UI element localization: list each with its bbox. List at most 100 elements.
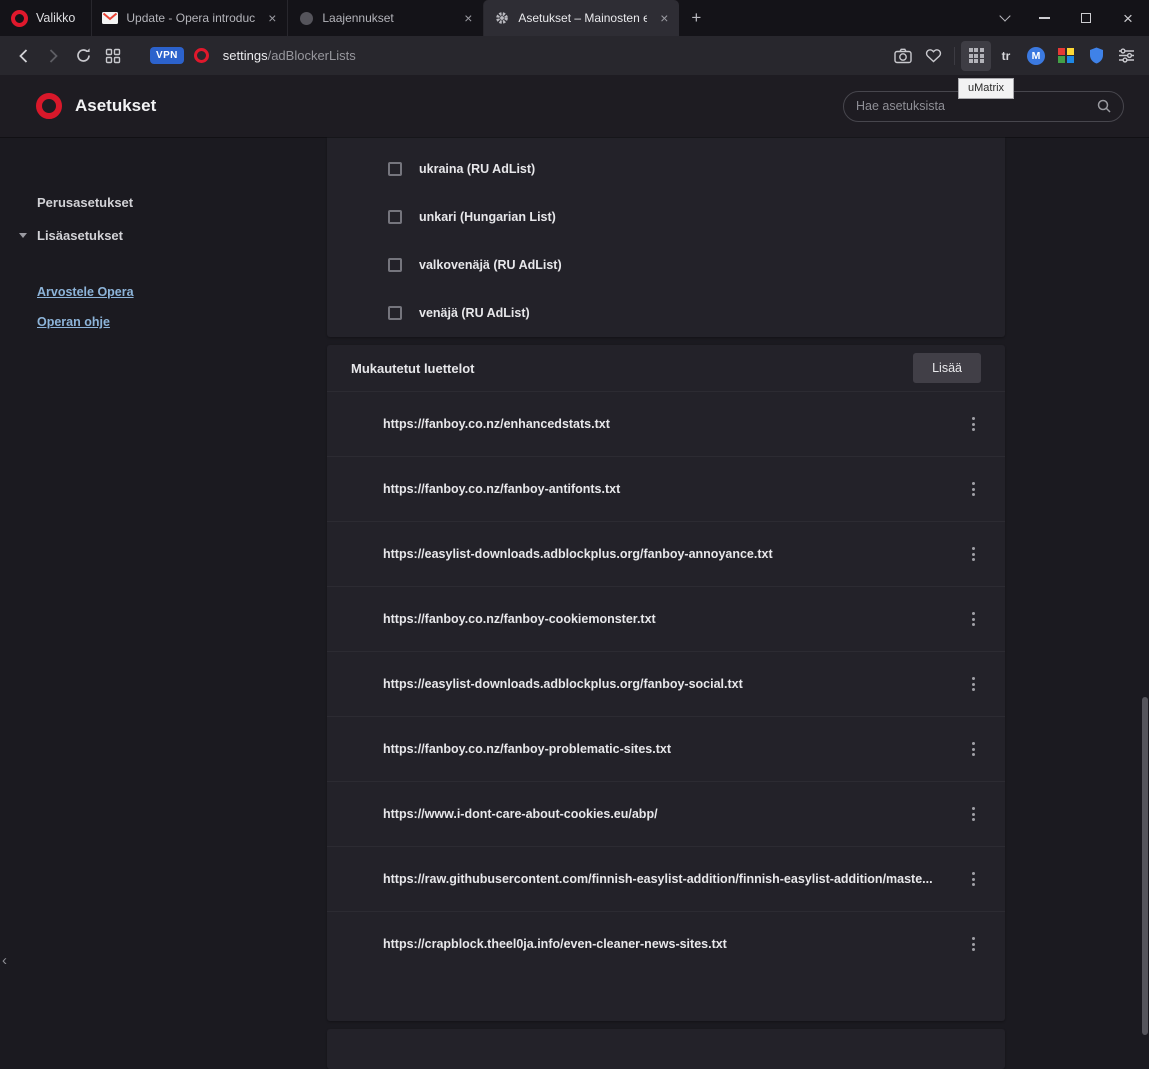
settings-content: ukraina (RU AdList) unkari (Hungarian Li… xyxy=(243,137,1149,1035)
custom-list-row: https://fanboy.co.nz/fanboy-cookiemonste… xyxy=(327,586,1005,651)
url-primary: settings xyxy=(223,48,268,63)
tab-search-icon[interactable] xyxy=(987,0,1023,36)
filter-list-label: venäjä (RU AdList) xyxy=(419,306,530,320)
url-secondary: /adBlockerLists xyxy=(268,48,356,63)
tab-extensions[interactable]: Laajennukset × xyxy=(287,0,483,36)
kebab-menu-icon[interactable] xyxy=(964,866,983,892)
umatrix-tooltip: uMatrix xyxy=(958,78,1014,99)
opera-logo-icon xyxy=(11,10,28,27)
custom-lists-rows: https://fanboy.co.nz/enhancedstats.txt h… xyxy=(327,391,1005,976)
toolbar-divider xyxy=(954,47,955,65)
custom-list-row: https://fanboy.co.nz/fanboy-problematic-… xyxy=(327,716,1005,781)
filter-list-label: valkovenäjä (RU AdList) xyxy=(419,258,562,272)
filter-list-row: unkari (Hungarian List) xyxy=(327,193,1005,241)
tabbar-spacer xyxy=(713,0,987,36)
custom-list-url: https://fanboy.co.nz/enhancedstats.txt xyxy=(383,417,964,431)
chevron-down-icon xyxy=(19,233,27,238)
gmail-icon xyxy=(102,10,118,26)
custom-list-url: https://fanboy.co.nz/fanboy-antifonts.tx… xyxy=(383,482,964,496)
checkbox[interactable] xyxy=(388,162,402,176)
custom-lists-card: Mukautetut luettelot Lisää https://fanbo… xyxy=(327,345,1005,1021)
tab-bar: Valikko Update - Opera introduces × Laaj… xyxy=(0,0,1149,36)
translator-icon: tr xyxy=(1002,49,1011,63)
tab-close-icon[interactable]: × xyxy=(459,11,477,25)
colored-grid-icon xyxy=(1058,48,1074,64)
reload-button[interactable] xyxy=(68,41,98,71)
rate-opera-link[interactable]: Arvostele Opera xyxy=(0,277,243,307)
kebab-menu-icon[interactable] xyxy=(964,541,983,567)
sidebar-item-label: Lisäasetukset xyxy=(37,228,123,243)
tab-title: Asetukset – Mainosten esto xyxy=(518,11,647,25)
tab-close-icon[interactable]: × xyxy=(655,11,673,25)
scrollbar-thumb[interactable] xyxy=(1142,697,1148,1035)
close-button[interactable]: × xyxy=(1107,0,1149,36)
custom-list-url: https://raw.githubusercontent.com/finnis… xyxy=(383,872,964,886)
mail-icon: M xyxy=(1027,47,1045,65)
maximize-button[interactable] xyxy=(1065,0,1107,36)
kebab-menu-icon[interactable] xyxy=(964,476,983,502)
vpn-badge[interactable]: VPN xyxy=(150,47,184,64)
custom-list-url: https://fanboy.co.nz/fanboy-problematic-… xyxy=(383,742,964,756)
extension-favicon-icon xyxy=(298,10,314,26)
kebab-menu-icon[interactable] xyxy=(964,411,983,437)
sidebar-item-advanced[interactable]: Lisäasetukset xyxy=(0,219,243,252)
menu-label: Valikko xyxy=(36,11,75,25)
custom-lists-title: Mukautetut luettelot xyxy=(351,361,475,376)
checkbox[interactable] xyxy=(388,306,402,320)
speed-dial-button[interactable] xyxy=(98,41,128,71)
settings-page: Perusasetukset Lisäasetukset Arvostele O… xyxy=(0,137,1149,1035)
checkbox[interactable] xyxy=(388,258,402,272)
filter-list-label: ukraina (RU AdList) xyxy=(419,162,535,176)
url-text[interactable]: settings/adBlockerLists xyxy=(223,48,356,63)
kebab-menu-icon[interactable] xyxy=(964,736,983,762)
kebab-menu-icon[interactable] xyxy=(964,671,983,697)
custom-lists-header: Mukautetut luettelot Lisää xyxy=(327,345,1005,391)
tab-title: Laajennukset xyxy=(322,11,451,25)
kebab-menu-icon[interactable] xyxy=(964,801,983,827)
filter-list-row: ukraina (RU AdList) xyxy=(327,145,1005,193)
custom-list-url: https://www.i-dont-care-about-cookies.eu… xyxy=(383,807,964,821)
menu-button[interactable]: Valikko xyxy=(0,0,91,36)
tab-update[interactable]: Update - Opera introduces × xyxy=(91,0,287,36)
custom-list-row: https://www.i-dont-care-about-cookies.eu… xyxy=(327,781,1005,846)
opera-page-icon[interactable] xyxy=(194,48,209,63)
tab-close-icon[interactable]: × xyxy=(263,11,281,25)
umatrix-extension-button[interactable] xyxy=(961,41,991,71)
search-input[interactable] xyxy=(856,99,1097,113)
custom-list-row: https://crapblock.theel0ja.info/even-cle… xyxy=(327,911,1005,976)
tune-icon xyxy=(1118,48,1135,63)
custom-list-url: https://fanboy.co.nz/fanboy-cookiemonste… xyxy=(383,612,964,626)
new-tab-button[interactable]: + xyxy=(679,0,713,36)
chrome-extensions-button[interactable] xyxy=(1051,41,1081,71)
minimize-button[interactable] xyxy=(1023,0,1065,36)
sidebar-links: Arvostele Opera Operan ohje xyxy=(0,277,243,337)
settings-sidebar: Perusasetukset Lisäasetukset Arvostele O… xyxy=(0,137,243,1035)
kebab-menu-icon[interactable] xyxy=(964,931,983,957)
forward-button[interactable] xyxy=(38,41,68,71)
opera-help-link[interactable]: Operan ohje xyxy=(0,307,243,337)
umatrix-icon xyxy=(969,48,984,63)
kebab-menu-icon[interactable] xyxy=(964,606,983,632)
custom-list-row: https://fanboy.co.nz/fanboy-antifonts.tx… xyxy=(327,456,1005,521)
gear-icon xyxy=(494,10,510,26)
custom-list-row: https://easylist-downloads.adblockplus.o… xyxy=(327,521,1005,586)
mail-extension-button[interactable]: M xyxy=(1021,41,1051,71)
sidebar-item-basic[interactable]: Perusasetukset xyxy=(0,186,243,219)
tab-title: Update - Opera introduces xyxy=(126,11,255,25)
bookmark-heart-icon[interactable] xyxy=(918,41,948,71)
tab-settings[interactable]: Asetukset – Mainosten esto × xyxy=(483,0,679,36)
custom-list-row: https://fanboy.co.nz/enhancedstats.txt xyxy=(327,391,1005,456)
page-title: Asetukset xyxy=(75,96,156,116)
easy-setup-button[interactable] xyxy=(1111,41,1141,71)
snapshot-camera-icon[interactable] xyxy=(888,41,918,71)
custom-list-url: https://easylist-downloads.adblockplus.o… xyxy=(383,677,964,691)
translator-extension-button[interactable]: tr xyxy=(991,41,1021,71)
adguard-extension-button[interactable] xyxy=(1081,41,1111,71)
checkbox[interactable] xyxy=(388,210,402,224)
custom-list-url: https://crapblock.theel0ja.info/even-cle… xyxy=(383,937,964,951)
address-toolbar: VPN settings/adBlockerLists tr M uMatrix xyxy=(0,36,1149,75)
add-list-button[interactable]: Lisää xyxy=(913,353,981,383)
back-button[interactable] xyxy=(8,41,38,71)
filter-list-row: venäjä (RU AdList) xyxy=(327,289,1005,337)
sidebar-collapse-icon[interactable]: ‹ xyxy=(2,952,7,969)
